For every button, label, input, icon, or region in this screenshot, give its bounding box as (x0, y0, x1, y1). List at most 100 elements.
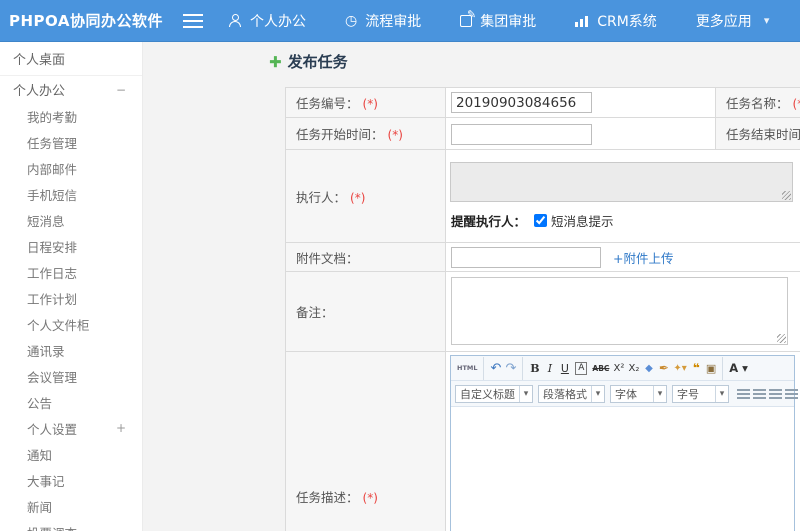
underline-icon[interactable]: U (557, 357, 572, 380)
italic-icon[interactable]: I (542, 357, 557, 380)
align-center-icon[interactable] (753, 388, 766, 399)
task-no-input[interactable] (451, 92, 592, 114)
task-form: 任务编号：(*) 任务名称：(*) 任务开始时间：(*) 任务结束时间：(*) … (285, 87, 800, 531)
sidebar-item[interactable]: 日程安排 (0, 233, 142, 259)
align-right-icon[interactable] (769, 388, 782, 399)
executor-label-cell: 执行人： (*) (285, 149, 446, 243)
start-time-input[interactable] (451, 123, 592, 145)
sidebar-item[interactable]: 我的考勤 (0, 103, 142, 129)
attachment-input[interactable] (451, 246, 601, 268)
top-bar: PHPOA协同办公软件 个人办公 流程审批 集团审批 (0, 0, 800, 42)
app-logo: PHPOA协同办公软件 (9, 12, 163, 30)
rich-text-editor: HTML ↶ ↷ B I U A ABC X² X₂ ◆ ✒ ✦▾ ❝ ▣ A … (450, 355, 798, 531)
sidebar-item[interactable]: 个人设置 + (0, 415, 142, 441)
task-name-label-cell: 任务名称：(*) (715, 87, 800, 118)
chart-icon (575, 14, 590, 27)
top-nav: 个人办公 流程审批 集团审批 CRM系统 (229, 8, 796, 31)
blockquote-icon[interactable]: ❝ (689, 357, 704, 380)
remind-row: 提醒执行人： 短消息提示 (451, 211, 800, 230)
remark-label-cell: 备注： (285, 271, 446, 352)
top-nav-item[interactable]: 集团审批 (460, 8, 548, 31)
format-brush-icon[interactable]: ✒ (656, 357, 671, 380)
description-label-cell: 任务描述： (*) (285, 351, 446, 531)
sidebar-item-label: 新闻 (27, 499, 53, 515)
superscript-icon[interactable]: X² (611, 357, 626, 380)
bold-icon[interactable]: B (527, 357, 542, 380)
paste-text-icon[interactable]: ▣ (704, 356, 724, 380)
align-left-icon[interactable] (737, 388, 750, 399)
sidebar-item[interactable]: 通知 (0, 441, 142, 467)
attachment-upload-link[interactable]: +附件上传 (613, 248, 673, 267)
undo-icon[interactable]: ↶ (488, 357, 503, 380)
sidebar-item[interactable]: 短消息 (0, 207, 142, 233)
sms-remind-checkbox[interactable] (534, 213, 548, 227)
top-nav-label: CRM系统 (597, 13, 657, 30)
sidebar-item[interactable]: 任务管理 (0, 129, 142, 155)
caret-down-icon (715, 385, 728, 402)
sidebar-item[interactable]: 会议管理 (0, 363, 142, 389)
editor-content-area[interactable] (451, 407, 794, 531)
sidebar-item[interactable]: 个人桌面 (0, 42, 142, 76)
required-mark: (*) (362, 97, 378, 111)
edit-approve-icon (460, 8, 476, 27)
sidebar-item[interactable]: 新闻 (0, 493, 142, 519)
eraser-icon[interactable]: ◆ (641, 357, 656, 380)
top-nav-label: 更多应用 (695, 13, 752, 30)
sidebar-item-label: 任务管理 (27, 135, 78, 151)
strikethrough-icon[interactable]: ABC (590, 357, 611, 380)
sidebar-item-label: 通讯录 (27, 343, 65, 359)
expand-toggle-icon[interactable]: + (116, 421, 126, 435)
editor-toolbar-row2: 自定义标题 段落格式 字体 (451, 381, 798, 407)
sidebar-item[interactable]: 工作计划 (0, 285, 142, 311)
caret-down-icon (519, 385, 532, 402)
sidebar-item-label: 日程安排 (27, 239, 78, 255)
sidebar-item-label: 公告 (27, 395, 53, 411)
top-nav-item[interactable]: CRM系统 (575, 11, 669, 31)
redo-icon[interactable]: ↷ (503, 356, 524, 380)
font-style-icon[interactable]: A (575, 361, 588, 375)
top-nav-item[interactable]: 个人办公 (229, 11, 318, 31)
font-family-select[interactable]: 字体 (610, 384, 667, 403)
person-icon (229, 14, 242, 27)
sidebar-item[interactable]: 个人文件柜 (0, 311, 142, 337)
hamburger-menu-icon[interactable] (183, 13, 203, 28)
sidebar-item[interactable]: 公告 (0, 389, 142, 415)
font-size-select[interactable]: 字号 (672, 384, 729, 403)
top-nav-label: 个人办公 (250, 13, 306, 30)
attachment-label-cell: 附件文档： (285, 242, 446, 272)
subscript-icon[interactable]: X₂ (626, 357, 641, 380)
caret-down-icon (653, 385, 666, 402)
executor-textarea[interactable] (450, 161, 793, 202)
paragraph-format-select[interactable]: 段落格式 (538, 384, 605, 403)
sidebar-item[interactable]: 内部邮件 (0, 155, 142, 181)
page-title-text: 发布任务 (287, 53, 348, 71)
sidebar-item[interactable]: 大事记 (0, 467, 142, 493)
font-color-icon[interactable]: A ▾ (727, 357, 750, 380)
sidebar-item[interactable]: 通讯录 (0, 337, 142, 363)
quick-format-icon[interactable]: ✦▾ (671, 357, 688, 380)
remark-textarea[interactable] (451, 277, 788, 345)
sidebar-item-label: 我的考勤 (27, 109, 78, 125)
page-title: ✚ 发布任务 (269, 51, 348, 72)
top-nav-item[interactable]: 流程审批 (345, 11, 433, 31)
sidebar-item-label: 个人设置 (27, 421, 78, 437)
align-justify-icon[interactable] (785, 388, 798, 399)
source-code-icon[interactable]: HTML (455, 356, 485, 380)
sidebar-item[interactable]: 工作日志 (0, 259, 142, 285)
sidebar-item-label: 会议管理 (27, 369, 78, 385)
sidebar-item-label: 投票调查 (27, 523, 77, 531)
sidebar-item-label: 短消息 (27, 213, 65, 229)
top-nav-item[interactable]: 更多应用 ▾ (696, 11, 770, 31)
sidebar-item-label: 手机短信 (27, 187, 78, 203)
custom-heading-select[interactable]: 自定义标题 (455, 384, 533, 403)
sidebar: 个人桌面 个人办公 − 我的考勤 任务管理 内部邮件 手机短信 短消息 日程安排… (0, 42, 143, 531)
editor-toolbar-row1: HTML ↶ ↷ B I U A ABC X² X₂ ◆ ✒ ✦▾ ❝ ▣ A … (451, 356, 794, 381)
expand-toggle-icon[interactable]: − (116, 83, 126, 97)
sidebar-item[interactable]: 个人办公 − (0, 76, 142, 103)
resize-grip-icon[interactable] (782, 190, 791, 200)
resize-grip-icon[interactable] (777, 334, 786, 343)
sidebar-item[interactable]: 手机短信 (0, 181, 142, 207)
sidebar-item[interactable]: 投票调查 (0, 519, 142, 531)
required-mark: (*) (350, 190, 366, 205)
required-mark: (*) (387, 128, 403, 142)
